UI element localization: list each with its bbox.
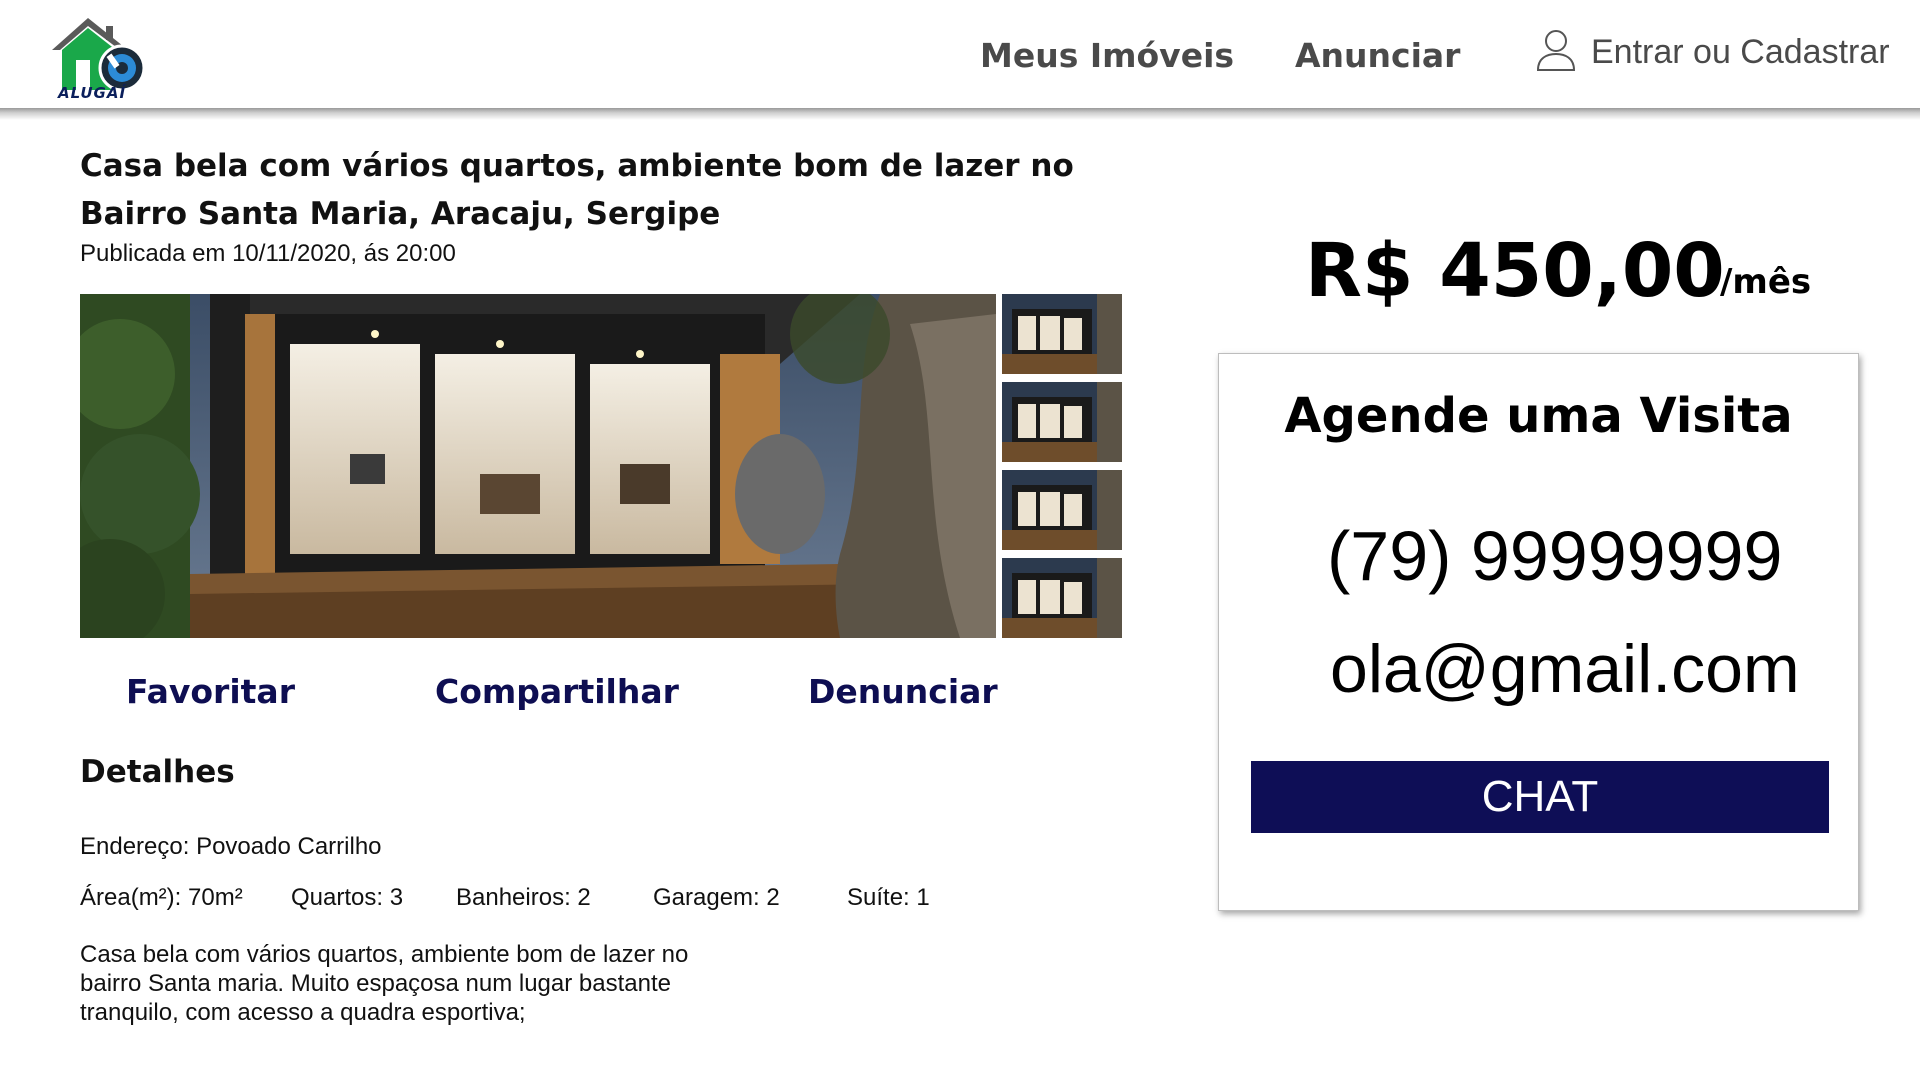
logo-wordmark: ALUGAÍ <box>58 84 127 102</box>
thumbnail-strip <box>1002 294 1122 646</box>
header-divider <box>0 108 1920 120</box>
header: ALUGAÍ Meus Imóveis Anunciar Entrar ou C… <box>0 0 1920 108</box>
login-label: Entrar ou Cadastrar <box>1591 33 1890 71</box>
listing-title: Casa bela com vários quartos, ambiente b… <box>80 148 1074 232</box>
spec-suite: Suíte: 1 <box>847 884 930 911</box>
report-link[interactable]: Denunciar <box>808 672 998 711</box>
price-amount: R$ 450,00 <box>1305 228 1725 314</box>
nav-anunciar[interactable]: Anunciar <box>1295 36 1460 75</box>
spec-bathrooms: Banheiros: 2 <box>456 884 591 911</box>
share-link[interactable]: Compartilhar <box>435 672 679 711</box>
thumbnail-2[interactable] <box>1002 382 1122 462</box>
contact-email[interactable]: ola@gmail.com <box>1330 630 1800 708</box>
listing-description: Casa bela com vários quartos, ambiente b… <box>80 941 689 1026</box>
main-photo[interactable] <box>80 294 996 638</box>
details-heading: Detalhes <box>80 754 235 790</box>
visit-card-title: Agende uma Visita <box>1284 388 1793 444</box>
favorite-link[interactable]: Favoritar <box>126 672 295 711</box>
user-icon <box>1535 28 1577 77</box>
contact-phone[interactable]: (79) 99999999 <box>1327 516 1782 596</box>
nav-meus-imoveis[interactable]: Meus Imóveis <box>980 36 1234 75</box>
schedule-visit-card: Agende uma Visita (79) 99999999 ola@gmai… <box>1218 353 1859 911</box>
spec-bedrooms: Quartos: 3 <box>291 884 404 911</box>
spec-garage: Garagem: 2 <box>653 884 780 911</box>
address: Endereço: Povoado Carrilho <box>80 833 382 860</box>
published-date: Publicada em 10/11/2020, ás 20:00 <box>80 240 456 267</box>
thumbnail-4[interactable] <box>1002 558 1122 638</box>
thumbnail-3[interactable] <box>1002 470 1122 550</box>
login-link[interactable]: Entrar ou Cadastrar <box>1535 28 1890 77</box>
spec-area: Área(m²): 70m² <box>80 884 243 911</box>
price-unit: /mês <box>1720 262 1812 302</box>
chat-button[interactable]: CHAT <box>1251 761 1829 833</box>
thumbnail-1[interactable] <box>1002 294 1122 374</box>
